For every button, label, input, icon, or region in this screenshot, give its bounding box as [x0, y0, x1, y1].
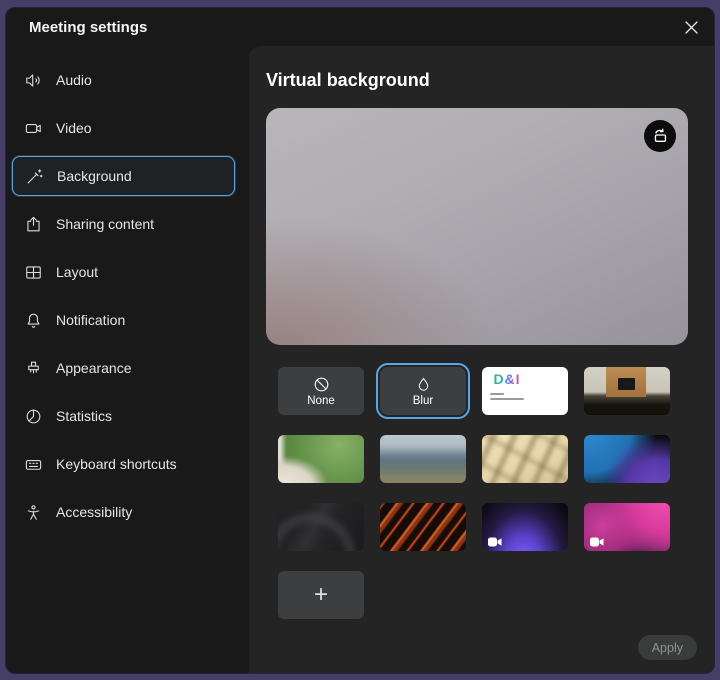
- paintbrush-icon: [24, 359, 43, 378]
- camera-preview: [266, 108, 688, 345]
- sidebar-item-statistics[interactable]: Statistics: [12, 392, 235, 440]
- dialog-title: Meeting settings: [29, 19, 147, 36]
- apply-button[interactable]: Apply: [638, 635, 697, 660]
- background-tile-mountains-blur[interactable]: [380, 435, 466, 483]
- sidebar-item-sharing-content[interactable]: Sharing content: [12, 200, 235, 248]
- camera-icon: [24, 119, 43, 138]
- background-tile-purple-glow[interactable]: [482, 503, 568, 551]
- virtual-background-panel: Virtual background None Blur: [249, 46, 714, 673]
- close-button[interactable]: [678, 16, 704, 42]
- background-tile-dark-waves[interactable]: [278, 503, 364, 551]
- sidebar-item-notification[interactable]: Notification: [12, 296, 235, 344]
- sidebar-item-layout[interactable]: Layout: [12, 248, 235, 296]
- background-tile-d-and-i[interactable]: D&I: [482, 367, 568, 415]
- sidebar-item-video[interactable]: Video: [12, 104, 235, 152]
- accessibility-icon: [24, 503, 43, 522]
- sidebar-item-label: Sharing content: [56, 216, 154, 232]
- close-icon: [684, 20, 699, 38]
- pie-chart-icon: [24, 407, 43, 426]
- sidebar-item-label: Keyboard shortcuts: [56, 456, 177, 472]
- flip-camera-button[interactable]: [644, 120, 676, 152]
- sidebar-item-label: Audio: [56, 72, 92, 88]
- keyboard-icon: [24, 455, 43, 474]
- flip-camera-icon: [650, 125, 670, 148]
- sidebar-item-keyboard-shortcuts[interactable]: Keyboard shortcuts: [12, 440, 235, 488]
- titlebar: Meeting settings: [6, 8, 714, 48]
- blur-droplet-icon: [415, 375, 432, 394]
- background-tile-window-light[interactable]: [482, 435, 568, 483]
- d-and-i-logo: D&I: [490, 372, 524, 400]
- sidebar-item-accessibility[interactable]: Accessibility: [12, 488, 235, 536]
- none-icon: [312, 375, 331, 394]
- background-thumbnail-grid: None Blur D&I: [278, 367, 670, 551]
- speaker-icon: [24, 71, 43, 90]
- background-tile-living-room[interactable]: [278, 435, 364, 483]
- background-tile-abstract-blue[interactable]: [584, 435, 670, 483]
- sidebar-item-label: Accessibility: [56, 504, 132, 520]
- sidebar-item-audio[interactable]: Audio: [12, 56, 235, 104]
- sidebar-item-appearance[interactable]: Appearance: [12, 344, 235, 392]
- background-tile-lava-marble[interactable]: [380, 503, 466, 551]
- sidebar-item-background[interactable]: Background: [12, 156, 235, 196]
- sidebar-item-label: Video: [56, 120, 92, 136]
- sidebar-item-label: Statistics: [56, 408, 112, 424]
- add-background-button[interactable]: +: [278, 571, 364, 619]
- tile-label: Blur: [413, 396, 433, 408]
- share-icon: [24, 215, 43, 234]
- meeting-settings-dialog: Meeting settings Audio Video Background: [5, 7, 715, 674]
- bell-icon: [24, 311, 43, 330]
- sidebar-item-label: Notification: [56, 312, 125, 328]
- background-tile-pink-abstract[interactable]: [584, 503, 670, 551]
- video-camera-icon: [590, 535, 604, 545]
- plus-icon: +: [314, 583, 328, 607]
- video-camera-icon: [488, 535, 502, 545]
- panel-heading: Virtual background: [266, 70, 430, 91]
- background-tile-none[interactable]: None: [278, 367, 364, 415]
- sidebar-item-label: Layout: [56, 264, 98, 280]
- grid-icon: [24, 263, 43, 282]
- background-tile-office-room[interactable]: [584, 367, 670, 415]
- settings-sidebar: Audio Video Background Sharing content L: [6, 48, 249, 673]
- magic-wand-icon: [25, 167, 44, 186]
- tile-label: None: [307, 396, 335, 408]
- sidebar-item-label: Background: [57, 168, 132, 184]
- sidebar-item-label: Appearance: [56, 360, 132, 376]
- background-tile-blur[interactable]: Blur: [380, 367, 466, 415]
